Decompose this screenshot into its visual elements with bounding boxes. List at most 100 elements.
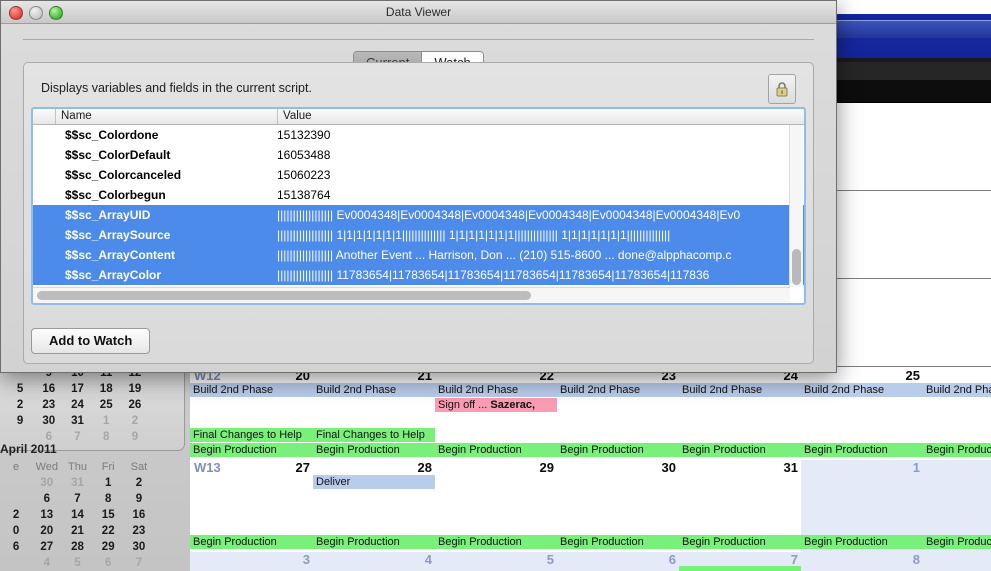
- mini-calendar-day[interactable]: 30: [124, 539, 155, 555]
- table-row[interactable]: $$sc_ColorDefault 16053488: [33, 145, 804, 165]
- calendar-day-cell[interactable]: 8: [801, 552, 924, 571]
- mini-calendar-day[interactable]: [154, 555, 185, 571]
- mini-calendar-day[interactable]: 31: [63, 413, 92, 429]
- mini-calendar-day[interactable]: 6: [93, 555, 124, 571]
- calendar-event[interactable]: Deliver: [313, 475, 435, 489]
- calendar-event[interactable]: Begin Production: [190, 535, 313, 549]
- calendar-event[interactable]: Begin Production: [557, 443, 679, 457]
- calendar-day-cell[interactable]: 1 Begin Production: [801, 460, 924, 552]
- calendar-day-cell[interactable]: Build 2nd Phase Begin Production: [923, 368, 991, 460]
- mini-calendar-day[interactable]: 20: [31, 523, 62, 539]
- mini-calendar-day[interactable]: 15: [93, 507, 124, 523]
- lock-icon[interactable]: [768, 74, 796, 104]
- calendar-event[interactable]: Begin Production: [313, 535, 435, 549]
- calendar-day-cell[interactable]: 22 Build 2nd Phase Sign off ... Sazerac, Be…: [435, 368, 558, 460]
- calendar-event[interactable]: Begin Production: [435, 535, 557, 549]
- mini-calendar-day[interactable]: [154, 539, 185, 555]
- calendar-event[interactable]: Begin Production: [923, 535, 991, 549]
- calendar-event[interactable]: Begin Production: [435, 443, 557, 457]
- mini-calendar-day[interactable]: [154, 475, 185, 491]
- calendar-day-cell[interactable]: W12 20 Build 2nd Phase Final Changes to Hel…: [190, 368, 314, 460]
- calendar-day-cell[interactable]: [923, 552, 991, 571]
- mini-calendar-day[interactable]: 6: [31, 491, 62, 507]
- mini-calendar-day[interactable]: [154, 523, 185, 539]
- table-row[interactable]: $$sc_ArraySource |||||||||||||||||| 1|1|1…: [33, 225, 804, 245]
- calendar-event[interactable]: Final Changes to Help: [190, 428, 313, 442]
- mini-calendar-day[interactable]: 27: [31, 539, 62, 555]
- mini-calendar-day[interactable]: [1, 475, 32, 491]
- mini-calendar-day[interactable]: [149, 381, 178, 397]
- mini-calendar-day[interactable]: 28: [62, 539, 93, 555]
- mini-calendar-day[interactable]: 5: [62, 555, 93, 571]
- calendar-event[interactable]: Build 2nd Phase: [557, 383, 679, 397]
- mini-calendar-day[interactable]: 1: [92, 413, 121, 429]
- calendar-day-cell[interactable]: 23 Build 2nd Phase Begin Production: [557, 368, 680, 460]
- mini-calendar-day[interactable]: 2: [6, 397, 35, 413]
- mini-calendar-day[interactable]: 7: [124, 555, 155, 571]
- mini-calendar-day[interactable]: [149, 397, 178, 413]
- mini-calendar-day[interactable]: 23: [34, 397, 63, 413]
- calendar-day-cell[interactable]: 28 Deliver Begin Production: [313, 460, 436, 552]
- mini-calendar-day[interactable]: 16: [34, 381, 63, 397]
- calendar-day-cell[interactable]: 6: [557, 552, 680, 571]
- calendar-event[interactable]: Begin Production: [923, 443, 991, 457]
- mini-calendar-day[interactable]: 26: [121, 397, 150, 413]
- mini-calendar-day[interactable]: 23: [124, 523, 155, 539]
- table-row[interactable]: $$sc_ArrayUID |||||||||||||||||| Ev000434…: [33, 205, 804, 225]
- calendar-day-cell[interactable]: 3: [190, 552, 314, 571]
- mini-calendar-day[interactable]: 19: [121, 381, 150, 397]
- mini-calendar-april[interactable]: April 2011 e Wed Thu Fri Sat 30 31 1 2 6 7 8 9 2 13 14 1…: [0, 440, 185, 571]
- mini-calendar-day[interactable]: 9: [124, 491, 155, 507]
- calendar-event[interactable]: Build 2nd Phase: [801, 383, 923, 397]
- calendar-day-cell[interactable]: W13 27 Begin Production: [190, 460, 314, 552]
- mini-calendar-day[interactable]: 1: [93, 475, 124, 491]
- calendar-event[interactable]: Sign off ... Sazerac,: [435, 398, 557, 412]
- mini-calendar-day[interactable]: [154, 507, 185, 523]
- calendar-day-cell[interactable]: 21 Build 2nd Phase Final Changes to Help Be…: [313, 368, 436, 460]
- calendar-event[interactable]: Begin Production: [557, 535, 679, 549]
- mini-calendar-day[interactable]: 5: [6, 381, 35, 397]
- mini-calendar-day[interactable]: [1, 555, 32, 571]
- calendar-event[interactable]: Build 2nd Phase: [679, 383, 801, 397]
- table-header-name[interactable]: Name: [55, 109, 277, 124]
- add-to-watch-button[interactable]: Add to Watch: [31, 328, 151, 354]
- calendar-day-cell[interactable]: 4: [313, 552, 436, 571]
- table-row[interactable]: $$sc_Colorcanceled 15060223: [33, 165, 804, 185]
- calendar-event[interactable]: Begin Production: [679, 443, 801, 457]
- calendar-event[interactable]: Build 2nd Phase: [923, 383, 991, 397]
- calendar-event[interactable]: Begin Production: [679, 535, 801, 549]
- mini-calendar-day[interactable]: 2: [121, 413, 150, 429]
- calendar-day-cell[interactable]: 7: [679, 552, 802, 571]
- mini-calendar-day[interactable]: 30: [34, 413, 63, 429]
- calendar-event[interactable]: Build 2nd Phase: [435, 383, 557, 397]
- calendar-event[interactable]: Build 2nd Phase: [313, 383, 435, 397]
- mini-calendar-day[interactable]: 2: [124, 475, 155, 491]
- mini-calendar-day[interactable]: 16: [124, 507, 155, 523]
- calendar-event[interactable]: Begin Production: [801, 443, 923, 457]
- mini-calendar-day[interactable]: 14: [62, 507, 93, 523]
- table-horizontal-scrollbar[interactable]: [33, 287, 790, 303]
- mini-calendar-day[interactable]: 22: [93, 523, 124, 539]
- mini-calendar-day[interactable]: 31: [62, 475, 93, 491]
- mini-calendar-day[interactable]: 7: [62, 491, 93, 507]
- table-row[interactable]: $$sc_Colorbegun 15138764: [33, 185, 804, 205]
- calendar-day-cell[interactable]: 30 Begin Production: [557, 460, 680, 552]
- mini-calendar-day[interactable]: 17: [63, 381, 92, 397]
- dialog-title-bar[interactable]: Data Viewer: [1, 1, 836, 24]
- mini-calendar-day[interactable]: [1, 491, 32, 507]
- mini-calendar-day[interactable]: 24: [63, 397, 92, 413]
- mini-calendar-day[interactable]: 2: [1, 507, 32, 523]
- mini-calendar-day[interactable]: 13: [31, 507, 62, 523]
- variables-table[interactable]: Name Value $$sc_Colordone 15132390 $$sc_Co…: [31, 107, 806, 305]
- table-row[interactable]: $$sc_ArrayColor |||||||||||||||||| 117836…: [33, 265, 804, 285]
- calendar-day-cell[interactable]: 5: [435, 552, 558, 571]
- calendar-event[interactable]: Begin Production: [801, 535, 923, 549]
- mini-calendar-day[interactable]: 21: [62, 523, 93, 539]
- mini-calendar-day[interactable]: 6: [1, 539, 32, 555]
- calendar-event[interactable]: Begin Production: [190, 443, 313, 457]
- table-header-value[interactable]: Value: [277, 109, 804, 124]
- mini-calendar-day[interactable]: 30: [31, 475, 62, 491]
- calendar-day-cell[interactable]: 29 Begin Production: [435, 460, 558, 552]
- table-row[interactable]: $$sc_ArrayContent |||||||||||||||||| Anot…: [33, 245, 804, 265]
- calendar-day-cell[interactable]: Begin Production: [923, 460, 991, 552]
